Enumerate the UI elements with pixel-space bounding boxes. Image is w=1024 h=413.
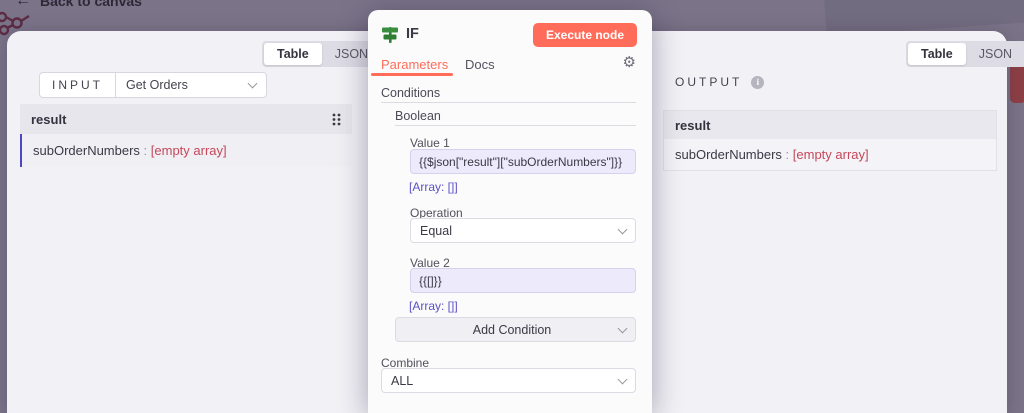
value1-expression-input[interactable]: {{$json["result"]["subOrderNumbers"]}} bbox=[410, 149, 636, 174]
divider bbox=[395, 125, 636, 126]
tab-parameters[interactable]: Parameters bbox=[381, 57, 448, 72]
input-view-toggle: Table JSON bbox=[262, 41, 384, 67]
input-source-select[interactable]: INPUT Get Orders bbox=[39, 72, 267, 98]
chevron-down-icon bbox=[247, 78, 258, 89]
row-separator: : bbox=[139, 143, 151, 158]
input-table-row[interactable]: subOrderNumbers : [empty array] bbox=[20, 134, 352, 167]
output-table-row[interactable]: subOrderNumbers : [empty array] bbox=[664, 139, 996, 170]
output-json-toggle[interactable]: JSON bbox=[966, 43, 1024, 65]
output-data-table: result subOrderNumbers : [empty array] bbox=[663, 110, 997, 171]
add-condition-label: Add Condition bbox=[472, 322, 552, 337]
input-data-table: result subOrderNumbers : [empty array] bbox=[20, 104, 352, 167]
if-node-icon bbox=[382, 27, 398, 43]
combine-select[interactable]: ALL bbox=[381, 368, 636, 393]
if-node-modal: IF Execute node Parameters Docs ⚙ Condit… bbox=[368, 10, 652, 413]
drag-handle-icon[interactable] bbox=[332, 113, 341, 126]
value2-expression-input[interactable]: {{[]}} bbox=[410, 268, 636, 293]
conditions-section-label: Conditions bbox=[381, 86, 441, 100]
value2-resolved-hint: [Array: []] bbox=[409, 299, 458, 313]
value1-resolved-hint: [Array: []] bbox=[409, 180, 458, 194]
tab-docs[interactable]: Docs bbox=[465, 57, 495, 72]
output-table-header: result bbox=[675, 117, 711, 133]
output-panel-label: OUTPUT bbox=[675, 75, 743, 89]
value1-label: Value 1 bbox=[410, 136, 450, 150]
divider bbox=[381, 102, 636, 103]
row-value: [empty array] bbox=[150, 143, 227, 158]
input-table-toggle[interactable]: Table bbox=[264, 43, 322, 65]
chevron-down-icon bbox=[617, 323, 628, 333]
combine-value: ALL bbox=[391, 373, 414, 388]
row-value: [empty array] bbox=[792, 147, 869, 162]
output-view-toggle: Table JSON bbox=[906, 41, 1024, 67]
boolean-group-label: Boolean bbox=[395, 109, 441, 123]
operation-select[interactable]: Equal bbox=[410, 218, 636, 243]
node-title: IF bbox=[406, 26, 419, 42]
back-to-canvas[interactable]: ← Back to canvas bbox=[15, 0, 142, 9]
row-key: subOrderNumbers bbox=[33, 143, 140, 158]
add-condition-button[interactable]: Add Condition bbox=[395, 317, 636, 342]
operation-value: Equal bbox=[420, 223, 452, 238]
input-source-dropdown[interactable]: Get Orders bbox=[116, 73, 266, 97]
info-icon[interactable]: i bbox=[751, 75, 765, 89]
input-source-value: Get Orders bbox=[126, 78, 188, 92]
row-key: subOrderNumbers bbox=[675, 147, 782, 162]
execute-node-button[interactable]: Execute node bbox=[532, 23, 637, 47]
input-panel-label: INPUT bbox=[40, 73, 116, 97]
chevron-down-icon bbox=[617, 374, 628, 384]
back-arrow-icon: ← bbox=[15, 0, 31, 9]
chevron-down-icon bbox=[617, 224, 628, 234]
back-to-canvas-label: Back to canvas bbox=[40, 0, 142, 9]
gear-icon[interactable]: ⚙ bbox=[623, 53, 636, 71]
input-table-header: result bbox=[31, 111, 67, 127]
output-table-toggle[interactable]: Table bbox=[908, 43, 966, 65]
row-separator: : bbox=[781, 147, 793, 162]
parameters-tab-underline bbox=[371, 73, 453, 76]
